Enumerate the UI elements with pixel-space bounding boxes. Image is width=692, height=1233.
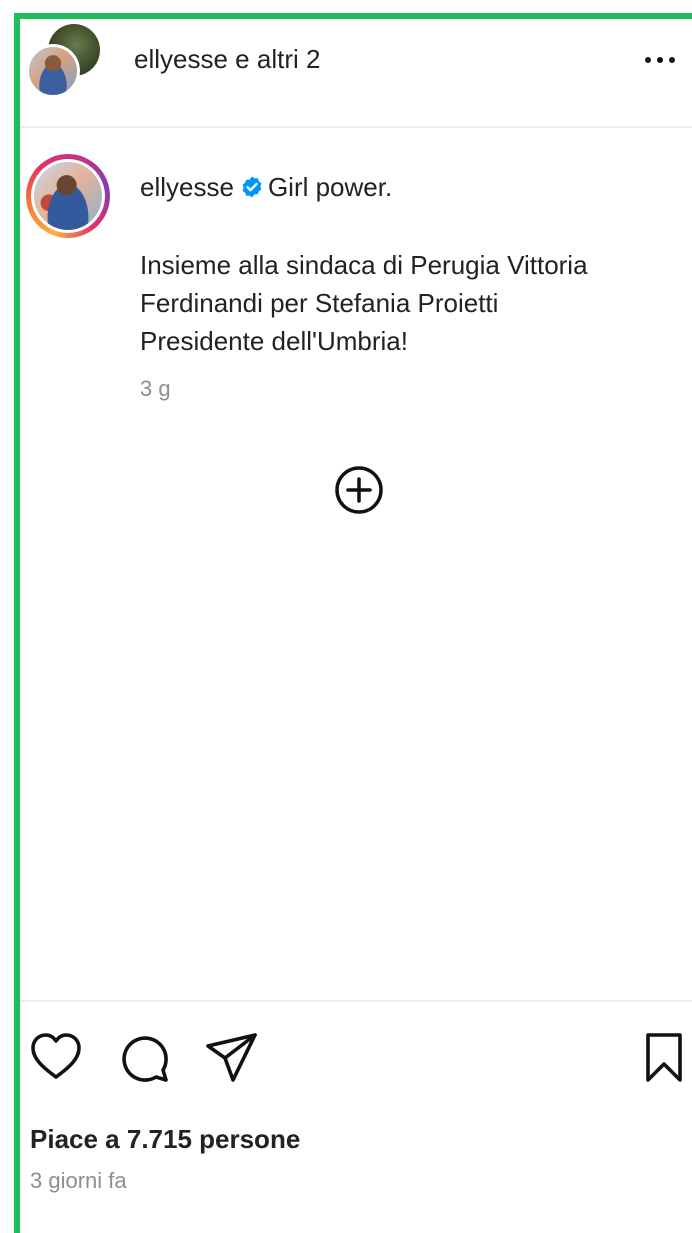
- more-horizontal-icon: [645, 57, 651, 63]
- caption-line: Ferdinandi per Stefania Proietti: [140, 288, 499, 318]
- more-dot: [669, 57, 675, 63]
- action-bar: [28, 1030, 688, 1090]
- actions-divider: [20, 1000, 692, 1002]
- caption-timestamp[interactable]: 3 g: [140, 376, 171, 402]
- avatar-ring-gap: [31, 159, 105, 233]
- caption-first-line: Girl power.: [267, 172, 393, 202]
- caption-username[interactable]: ellyesse: [140, 172, 234, 202]
- post-header: ellyesse e altri 2: [26, 22, 692, 98]
- post-caption: ellyesse Girl power. Insieme alla sindac…: [140, 168, 680, 360]
- bookmark-icon[interactable]: [636, 1030, 692, 1086]
- send-icon[interactable]: [204, 1030, 260, 1086]
- add-circle-icon[interactable]: [333, 464, 385, 516]
- verified-badge-icon: [242, 176, 262, 198]
- comment-icon[interactable]: [116, 1030, 172, 1086]
- avatar-primary: [26, 44, 80, 98]
- caption-gap: [140, 206, 680, 246]
- caption-avatar[interactable]: [26, 154, 110, 238]
- header-others[interactable]: altri 2: [257, 44, 321, 74]
- post-timestamp: 3 giorni fa: [30, 1168, 127, 1193]
- caption-line: Insieme alla sindaca di Perugia Vittoria: [140, 250, 588, 280]
- header-divider: [20, 126, 692, 128]
- likes-count[interactable]: Piace a 7.715 persone: [30, 1124, 300, 1155]
- avatar-image: [34, 162, 102, 230]
- collab-avatars[interactable]: [26, 24, 102, 100]
- caption-line: Presidente dell'Umbria!: [140, 326, 408, 356]
- header-username[interactable]: ellyesse: [134, 44, 228, 74]
- collab-title[interactable]: ellyesse e altri 2: [134, 44, 320, 75]
- more-options-button[interactable]: [638, 42, 682, 78]
- heart-icon[interactable]: [28, 1030, 84, 1086]
- more-dot: [657, 57, 663, 63]
- header-connector: e: [227, 44, 257, 74]
